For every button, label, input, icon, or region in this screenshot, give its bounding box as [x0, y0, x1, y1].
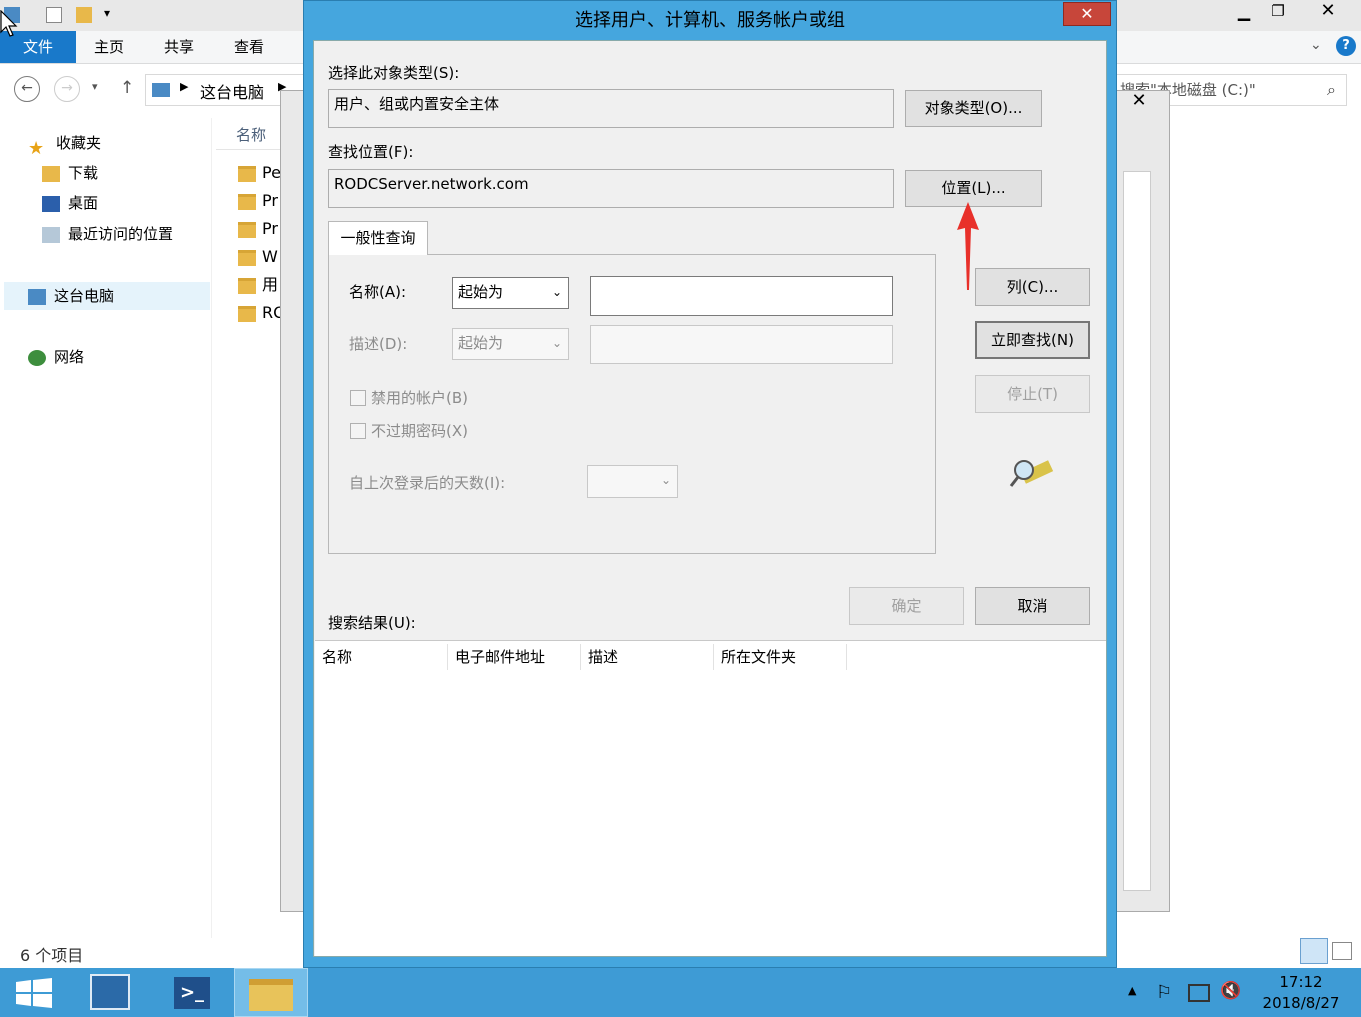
breadcrumb-this-pc[interactable]: 这台电脑 [200, 79, 264, 103]
nav-favorites[interactable]: ★ 收藏夹 [28, 130, 101, 159]
ribbon-expand-icon[interactable]: ⌄ [1310, 37, 1322, 53]
nav-network[interactable]: 网络 [28, 344, 84, 370]
dialog-title: 选择用户、计算机、服务帐户或组 [575, 10, 845, 31]
tab-home[interactable]: 主页 [78, 31, 140, 63]
nav-desktop[interactable]: 桌面 [42, 190, 98, 216]
forward-icon[interactable]: → [54, 76, 80, 102]
help-icon[interactable]: ? [1336, 36, 1356, 56]
start-button[interactable] [0, 968, 74, 1017]
object-type-field: 用户、组或内置安全主体 [328, 89, 894, 128]
description-operator-select[interactable]: 起始为 ⌄ [452, 328, 569, 360]
columns-button[interactable]: 列(C)... [975, 268, 1090, 306]
dialog-close-button[interactable]: ✕ [1063, 2, 1111, 26]
description-label: 描述(D): [349, 335, 408, 353]
disabled-accounts-label: 禁用的帐户(B) [371, 389, 468, 407]
file-explorer-icon [249, 979, 293, 1011]
volume-muted-icon[interactable]: 🔇 [1220, 981, 1241, 1001]
large-icons-view-icon[interactable] [1332, 942, 1352, 960]
location-label: 查找位置(F): [328, 143, 414, 161]
desktop-icon [42, 195, 60, 212]
nav-recent[interactable]: 最近访问的位置 [42, 221, 173, 247]
tab-share[interactable]: 共享 [148, 31, 210, 63]
action-center-flag-icon[interactable]: ⚐ [1156, 982, 1172, 1003]
folder-icon [238, 277, 256, 294]
results-column-description[interactable]: 描述 [582, 644, 714, 670]
breadcrumb-arrow-icon: ▶ [180, 80, 189, 93]
results-column-folder[interactable]: 所在文件夹 [715, 644, 847, 670]
clock[interactable]: 17:12 2018/8/27 [1255, 972, 1347, 1014]
days-since-logon-label: 自上次登录后的天数(I): [349, 474, 506, 492]
nav-downloads[interactable]: 下载 [42, 160, 98, 186]
new-folder-icon[interactable] [76, 7, 92, 23]
recent-locations-icon[interactable]: ▾ [92, 80, 98, 93]
search-results-label: 搜索结果(U): [328, 614, 416, 632]
non-expiring-password-label: 不过期密码(X) [371, 422, 468, 440]
search-magnifier-icon [1009, 460, 1054, 487]
network-status-icon[interactable] [1188, 984, 1210, 1002]
qat-dropdown-icon[interactable]: ▾ [104, 6, 110, 20]
details-view-icon[interactable] [1300, 938, 1328, 964]
back-icon[interactable]: ← [14, 76, 40, 102]
show-hidden-icons-icon[interactable]: ▲ [1128, 984, 1136, 997]
non-expiring-password-checkbox[interactable] [350, 423, 366, 439]
this-pc-icon [28, 288, 46, 305]
description-input[interactable] [590, 325, 893, 364]
background-dialog-close-icon[interactable]: ✕ [1112, 88, 1166, 116]
properties-icon[interactable] [46, 7, 62, 23]
days-since-logon-select[interactable]: ⌄ [587, 465, 678, 498]
folder-icon [238, 221, 256, 238]
name-operator-select[interactable]: 起始为 ⌄ [452, 277, 569, 309]
results-column-email[interactable]: 电子邮件地址 [449, 644, 581, 670]
network-icon [28, 349, 46, 366]
item-count: 6 个项目 [20, 946, 84, 965]
server-manager-button[interactable] [74, 968, 148, 1017]
name-label: 名称(A): [349, 283, 407, 301]
minimize-icon[interactable]: ▁ [1228, 2, 1260, 26]
recent-places-icon [42, 226, 60, 243]
cancel-button[interactable]: 取消 [975, 587, 1090, 625]
folder-icon [238, 305, 256, 322]
stop-button[interactable]: 停止(T) [975, 375, 1090, 413]
chevron-down-icon: ⌄ [551, 336, 562, 350]
server-manager-icon [90, 974, 130, 1010]
nav-this-pc[interactable]: 这台电脑 [28, 283, 114, 309]
powershell-button[interactable]: >_ [156, 968, 230, 1017]
mouse-cursor-icon [0, 10, 18, 37]
restore-icon[interactable]: ❐ [1262, 2, 1294, 26]
search-results-list[interactable] [315, 640, 1106, 956]
disabled-accounts-checkbox[interactable] [350, 390, 366, 406]
results-column-name[interactable]: 名称 [316, 644, 448, 670]
up-icon[interactable]: ↑ [120, 78, 134, 98]
clock-time: 17:12 [1279, 973, 1323, 991]
folder-icon [238, 165, 256, 182]
file-explorer-button[interactable] [234, 968, 308, 1017]
downloads-icon [42, 165, 60, 182]
name-input[interactable] [590, 276, 893, 316]
powershell-icon: >_ [174, 977, 210, 1009]
object-type-label: 选择此对象类型(S): [328, 64, 460, 82]
background-dialog-panel [1123, 171, 1151, 891]
chevron-down-icon: ⌄ [660, 473, 671, 487]
search-icon[interactable]: ⌕ [1327, 75, 1336, 105]
ok-button[interactable]: 确定 [849, 587, 964, 625]
folder-icon [238, 193, 256, 210]
chevron-down-icon: ⌄ [551, 285, 562, 299]
tab-view[interactable]: 查看 [218, 31, 280, 63]
windows-logo-icon [16, 978, 52, 1008]
location-field: RODCServer.network.com [328, 169, 894, 208]
find-now-button[interactable]: 立即查找(N) [975, 321, 1090, 359]
clock-date: 2018/8/27 [1262, 994, 1340, 1012]
object-types-button[interactable]: 对象类型(O)... [905, 90, 1042, 127]
folder-icon [238, 249, 256, 266]
star-icon: ★ [28, 137, 45, 159]
close-icon[interactable]: ✕ [1300, 0, 1356, 26]
this-pc-icon [152, 83, 170, 97]
tab-general-query[interactable]: 一般性查询 [328, 221, 428, 255]
